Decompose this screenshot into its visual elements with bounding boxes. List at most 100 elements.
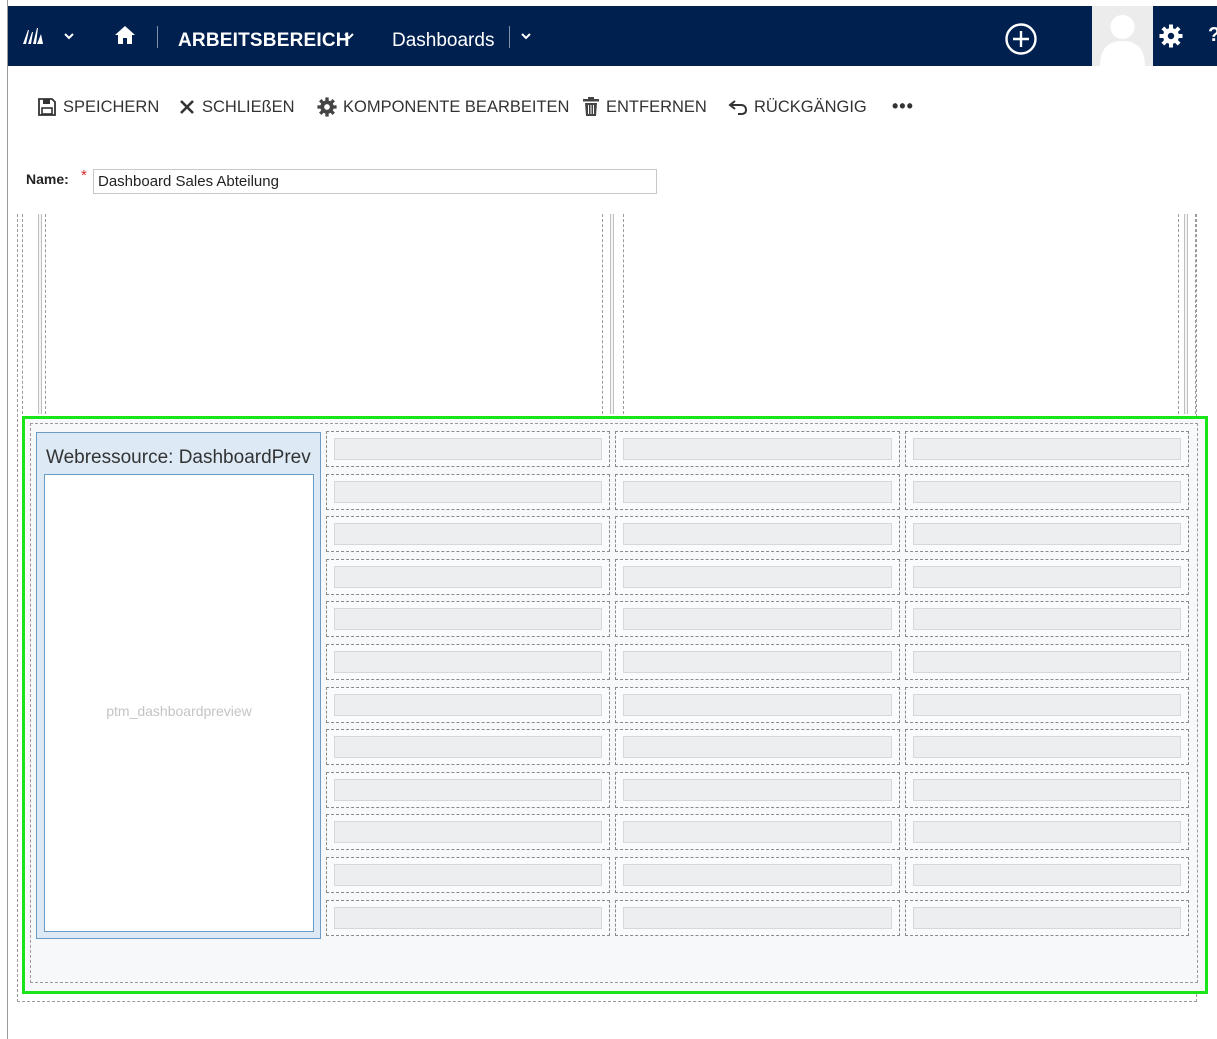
empty-component-slot[interactable] <box>326 644 610 680</box>
empty-component-slot[interactable] <box>615 644 900 680</box>
column-divider <box>38 214 42 414</box>
slot-placeholder <box>913 438 1181 460</box>
slot-placeholder <box>334 651 602 673</box>
chevron-down-icon[interactable] <box>64 33 74 40</box>
empty-component-slot[interactable] <box>905 814 1189 850</box>
empty-component-slot[interactable] <box>905 857 1189 893</box>
slot-placeholder <box>334 481 602 503</box>
slot-placeholder <box>913 864 1181 886</box>
empty-component-slot[interactable] <box>905 601 1189 637</box>
slot-placeholder <box>623 481 892 503</box>
slot-placeholder <box>623 907 892 929</box>
slot-placeholder <box>913 779 1181 801</box>
slot-placeholder <box>623 438 892 460</box>
trash-icon <box>583 97 599 116</box>
close-button[interactable]: SCHLIEßEN <box>178 96 295 118</box>
dynamics-logo-icon[interactable] <box>22 26 44 46</box>
slot-placeholder <box>913 523 1181 545</box>
empty-component-slot[interactable] <box>615 431 900 467</box>
empty-component-slot[interactable] <box>326 729 610 765</box>
empty-component-slot[interactable] <box>615 559 900 595</box>
upper-column-middle <box>602 214 624 414</box>
empty-component-slot[interactable] <box>326 687 610 723</box>
empty-component-slot[interactable] <box>615 474 900 510</box>
close-label: SCHLIEßEN <box>202 97 295 116</box>
empty-component-slot[interactable] <box>326 814 610 850</box>
empty-component-slot[interactable] <box>615 729 900 765</box>
empty-component-slot[interactable] <box>615 772 900 808</box>
slot-placeholder <box>913 651 1181 673</box>
empty-component-slot[interactable] <box>905 729 1189 765</box>
empty-component-slot[interactable] <box>615 516 900 552</box>
upper-column-left <box>22 214 46 414</box>
nav-area-label[interactable]: ARBEITSBEREICH <box>178 30 350 52</box>
save-label: SPEICHERN <box>63 97 160 116</box>
empty-component-slot[interactable] <box>615 857 900 893</box>
name-label: Name: <box>26 171 69 187</box>
slot-placeholder <box>913 821 1181 843</box>
webresource-component[interactable]: Webressource: DashboardPrev ptm_dashboar… <box>36 432 321 939</box>
close-icon <box>180 100 194 114</box>
edit-component-button[interactable]: KOMPONENTE BEARBEITEN <box>317 96 569 118</box>
slot-placeholder <box>623 864 892 886</box>
empty-component-slot[interactable] <box>615 687 900 723</box>
empty-component-slot[interactable] <box>326 857 610 893</box>
slot-placeholder <box>913 907 1181 929</box>
nav-separator <box>157 26 158 48</box>
gear-icon[interactable] <box>1159 24 1183 48</box>
empty-component-slot[interactable] <box>615 601 900 637</box>
empty-component-slot[interactable] <box>905 474 1189 510</box>
slot-placeholder <box>623 736 892 758</box>
empty-component-slot[interactable] <box>905 900 1189 936</box>
slot-placeholder <box>334 566 602 588</box>
more-icon[interactable]: ••• <box>892 96 914 117</box>
edit-component-label: KOMPONENTE BEARBEITEN <box>343 97 570 116</box>
empty-component-slot[interactable] <box>905 687 1189 723</box>
window-edge <box>7 0 8 1039</box>
save-button[interactable]: SPEICHERN <box>37 96 159 118</box>
avatar[interactable] <box>1092 6 1153 66</box>
plus-circle-icon[interactable] <box>1004 22 1038 56</box>
remove-label: ENTFERNEN <box>606 97 707 116</box>
empty-component-slot[interactable] <box>326 559 610 595</box>
remove-button[interactable]: ENTFERNEN <box>582 96 707 118</box>
empty-component-slot[interactable] <box>326 516 610 552</box>
slot-placeholder <box>913 481 1181 503</box>
gear-icon <box>317 97 337 117</box>
slot-placeholder <box>623 779 892 801</box>
empty-component-slot[interactable] <box>326 601 610 637</box>
slot-placeholder <box>913 608 1181 630</box>
empty-component-slot[interactable] <box>326 772 610 808</box>
slot-placeholder <box>623 523 892 545</box>
avatar-icon <box>1100 15 1145 66</box>
nav-separator <box>509 26 510 48</box>
undo-icon <box>728 100 748 115</box>
column-divider <box>610 214 614 414</box>
empty-component-slot[interactable] <box>326 474 610 510</box>
slot-placeholder <box>334 779 602 801</box>
empty-component-slot[interactable] <box>326 900 610 936</box>
nav-inner: ARBEITSBEREICH Dashboards <box>8 6 1217 66</box>
slot-placeholder <box>334 821 602 843</box>
slot-placeholder <box>623 608 892 630</box>
empty-component-slot[interactable] <box>905 644 1189 680</box>
empty-component-slot[interactable] <box>905 559 1189 595</box>
help-icon[interactable]: ? <box>1208 24 1217 48</box>
chevron-down-icon[interactable] <box>521 33 531 40</box>
undo-button[interactable]: RÜCKGÄNGIG <box>728 96 867 118</box>
command-bar: SPEICHERN SCHLIEßEN KOMPONENTE BEARBEITE… <box>8 86 1217 128</box>
empty-component-slot[interactable] <box>615 814 900 850</box>
empty-component-slot[interactable] <box>905 431 1189 467</box>
nav-bar: ARBEITSBEREICH Dashboards <box>8 0 1217 84</box>
slot-placeholder <box>623 651 892 673</box>
upper-column-right <box>1178 214 1196 414</box>
nav-section-label[interactable]: Dashboards <box>392 30 494 52</box>
name-input[interactable] <box>93 169 657 194</box>
empty-component-slot[interactable] <box>326 431 610 467</box>
chevron-down-icon[interactable] <box>344 33 354 40</box>
home-icon[interactable] <box>114 24 136 46</box>
empty-component-slot[interactable] <box>905 516 1189 552</box>
slot-placeholder <box>623 566 892 588</box>
empty-component-slot[interactable] <box>905 772 1189 808</box>
empty-component-slot[interactable] <box>615 900 900 936</box>
